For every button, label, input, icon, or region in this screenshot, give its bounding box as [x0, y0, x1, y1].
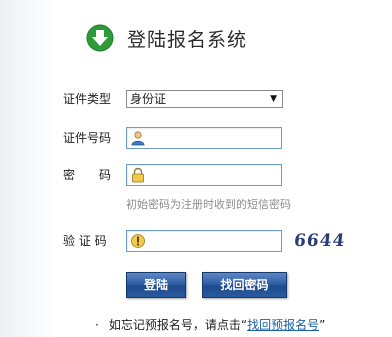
password-label: 密 码 — [63, 168, 112, 182]
bullet: · — [95, 318, 99, 332]
captcha-label: 验 证 码 — [63, 234, 107, 248]
footer-note: · 如忘记预报名号，请点击“找回预报名号” — [95, 316, 325, 333]
id-number-label: 证件号码 — [63, 131, 112, 145]
down-arrow-circle-icon — [86, 24, 114, 52]
password-input[interactable] — [149, 166, 277, 184]
page-title: 登陆报名系统 — [127, 28, 248, 51]
find-password-button[interactable]: 找回密码 — [202, 272, 287, 298]
id-number-field[interactable] — [126, 127, 282, 149]
id-number-input[interactable] — [149, 129, 277, 147]
captcha-input[interactable] — [149, 232, 277, 250]
footer-text: 如忘记预报名号，请点击 — [108, 318, 241, 332]
password-field[interactable] — [126, 164, 282, 186]
lock-icon — [132, 167, 144, 183]
key-icon — [131, 234, 145, 248]
id-type-label: 证件类型 — [63, 92, 112, 106]
captcha-image[interactable]: 6644 — [293, 231, 346, 251]
login-button[interactable]: 登陆 — [126, 272, 186, 298]
id-type-select[interactable]: 身份证 ▼ — [126, 90, 283, 108]
password-hint: 初始密码为注册时收到的短信密码 — [126, 198, 291, 211]
dropdown-arrow-icon: ▼ — [270, 94, 277, 104]
id-type-value: 身份证 — [130, 92, 167, 106]
left-shade — [0, 0, 60, 337]
header: 登陆报名系统 — [86, 24, 247, 52]
captcha-field[interactable] — [126, 230, 282, 252]
find-registration-number-link[interactable]: 找回预报名号 — [247, 318, 319, 332]
close-quote: ” — [319, 318, 326, 332]
user-icon — [131, 131, 145, 146]
